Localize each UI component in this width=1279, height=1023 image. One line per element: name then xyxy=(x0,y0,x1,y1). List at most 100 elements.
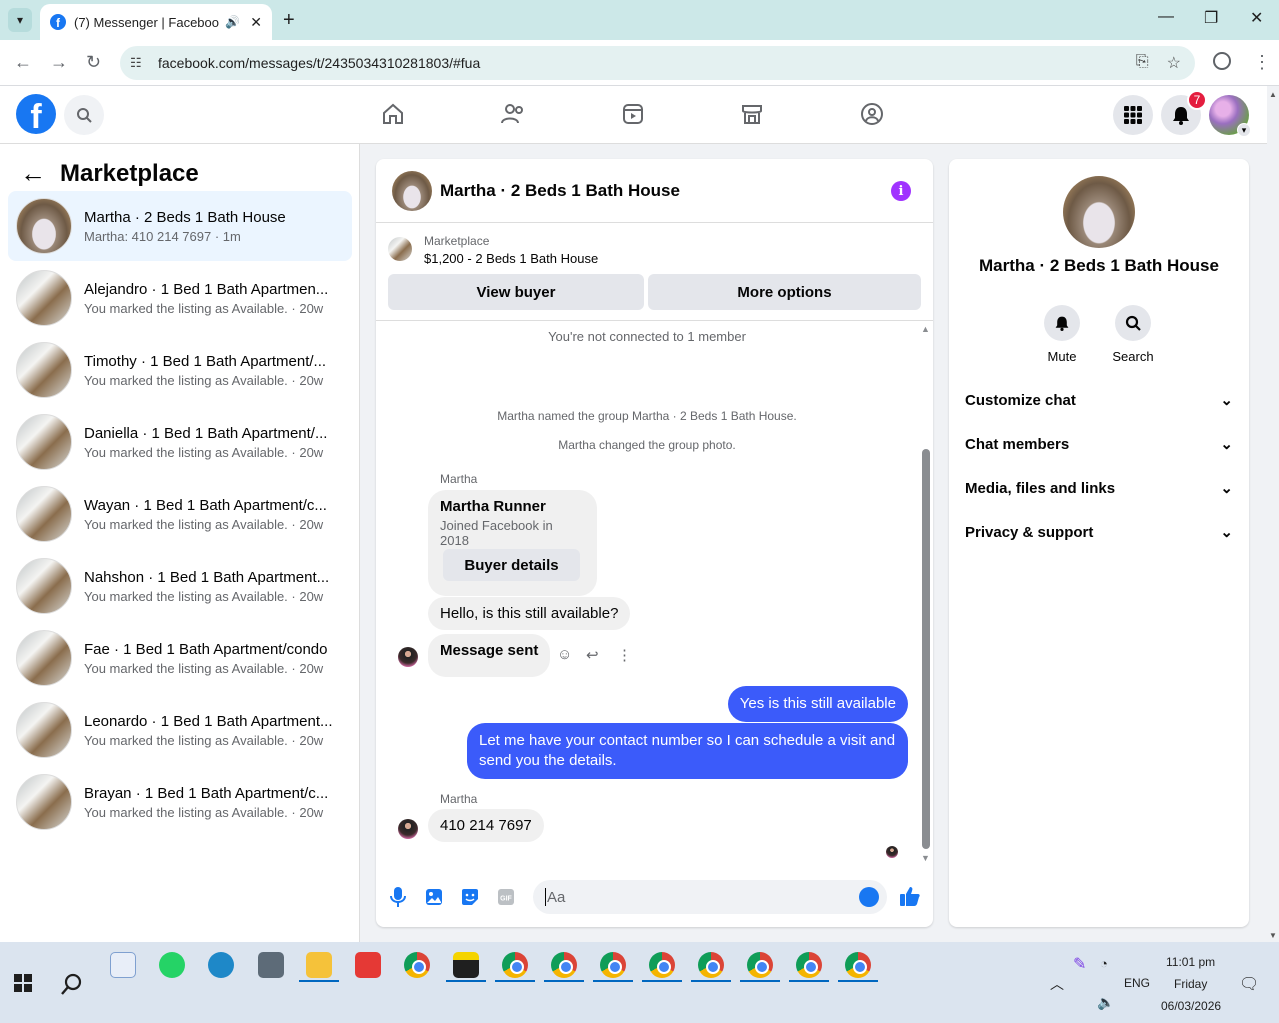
view-buyer-button[interactable]: View buyer xyxy=(388,274,644,310)
conversation-item[interactable]: Brayan · 1 Bed 1 Bath Apartment/c... You … xyxy=(8,767,352,837)
chrome-profile-icon[interactable] xyxy=(649,952,675,978)
chrome-profile-icon[interactable] xyxy=(600,952,626,978)
page-scrollbar[interactable]: ▲ ▼ xyxy=(1267,86,1279,942)
remote-desktop-icon[interactable] xyxy=(208,952,234,978)
conversation-item[interactable]: Wayan · 1 Bed 1 Bath Apartment/c... You m… xyxy=(8,479,352,549)
more-options-button[interactable]: More options xyxy=(648,274,921,310)
show-hidden-icons-icon[interactable]: ︿ xyxy=(1050,974,1064,994)
conversation-item[interactable]: Nahshon · 1 Bed 1 Bath Apartment... You m… xyxy=(8,551,352,621)
tab-search-chevron-icon[interactable]: ▾ xyxy=(8,8,32,32)
clock-time[interactable]: 11:01 pm xyxy=(1166,955,1215,969)
restore-icon[interactable]: ❐ xyxy=(1204,8,1218,28)
message-input[interactable]: Aa xyxy=(533,880,887,914)
marketplace-icon[interactable] xyxy=(738,100,766,128)
tab-close-icon[interactable]: ✕ xyxy=(250,14,262,31)
buyer-details-button[interactable]: Buyer details xyxy=(443,549,580,581)
scroll-up-icon[interactable]: ▲ xyxy=(1269,90,1277,99)
bookmark-star-icon[interactable]: ☆ xyxy=(1167,53,1181,73)
outgoing-message[interactable]: Let me have your contact number so I can… xyxy=(467,723,908,779)
chrome-profile-icon[interactable] xyxy=(551,952,577,978)
photo-icon[interactable] xyxy=(423,886,445,908)
scroll-up-icon[interactable]: ▲ xyxy=(921,324,930,334)
back-arrow-icon[interactable]: ← xyxy=(14,52,32,73)
install-app-icon[interactable]: ⎘ xyxy=(1136,53,1149,73)
message-scrollbar[interactable]: ▲ ▼ xyxy=(918,321,933,866)
outgoing-message[interactable]: Yes is this still available xyxy=(727,686,908,722)
chat-avatar[interactable] xyxy=(392,170,432,211)
chrome-profile-icon[interactable] xyxy=(698,952,724,978)
customize-chat-section[interactable]: Customize chat ⌄ xyxy=(965,391,1233,410)
site-settings-icon[interactable]: ☷ xyxy=(130,55,146,71)
media-files-section[interactable]: Media, files and links ⌄ xyxy=(965,479,1233,498)
gaming-icon[interactable] xyxy=(858,100,886,128)
incoming-message[interactable]: 410 214 7697 xyxy=(428,809,544,842)
chat-members-section[interactable]: Chat members ⌄ xyxy=(965,435,1233,454)
sticky-notes-icon[interactable] xyxy=(453,952,479,978)
scroll-thumb[interactable] xyxy=(922,449,930,849)
more-actions-icon[interactable]: ⋮ xyxy=(617,646,632,664)
clock-day[interactable]: Friday xyxy=(1174,977,1207,991)
home-icon[interactable] xyxy=(379,100,407,128)
mute-button[interactable]: Mute xyxy=(1032,305,1092,364)
facebook-search-button[interactable] xyxy=(64,95,104,135)
chrome-icon[interactable] xyxy=(404,952,430,978)
incoming-message[interactable]: Message sent xyxy=(428,634,551,677)
thumbs-up-icon[interactable] xyxy=(899,885,921,907)
volume-icon[interactable]: 🔈 xyxy=(1097,994,1114,1011)
scroll-down-icon[interactable]: ▼ xyxy=(921,853,930,863)
conversation-item[interactable]: Daniella · 1 Bed 1 Bath Apartment/... You… xyxy=(8,407,352,477)
video-icon[interactable] xyxy=(619,100,647,128)
search-conversation-button[interactable]: Search xyxy=(1103,305,1163,364)
new-tab-icon[interactable]: + xyxy=(283,9,295,32)
speaker-icon[interactable]: 🔊 xyxy=(225,15,240,29)
conversation-item[interactable]: Alejandro · 1 Bed 1 Bath Apartmen... You … xyxy=(8,263,352,333)
menu-grid-button[interactable] xyxy=(1113,95,1153,135)
info-icon[interactable]: i xyxy=(891,181,911,201)
conversation-item[interactable]: Fae · 1 Bed 1 Bath Apartment/condo You ma… xyxy=(8,623,352,693)
taskbar-search-icon[interactable] xyxy=(60,972,84,1001)
conversation-item[interactable]: Martha · 2 Beds 1 Bath House Martha: 410 … xyxy=(8,191,352,261)
browser-tab-messenger[interactable]: f (7) Messenger | Facebook 🔊 ✕ xyxy=(40,4,272,40)
browser-menu-icon[interactable]: ⋮ xyxy=(1253,52,1271,73)
emoji-icon[interactable] xyxy=(859,887,879,907)
microphone-icon[interactable] xyxy=(387,886,409,908)
chat-title[interactable]: Martha · 2 Beds 1 Bath House xyxy=(440,181,680,201)
react-emoji-icon[interactable]: ☺ xyxy=(557,646,572,663)
clock-date[interactable]: 06/03/2026 xyxy=(1161,999,1221,1013)
chrome-profile-icon[interactable] xyxy=(747,952,773,978)
anydesk-icon[interactable] xyxy=(355,952,381,978)
browser-profile-icon[interactable] xyxy=(1213,52,1231,70)
url-input[interactable]: ☷ facebook.com/messages/t/24350343102818… xyxy=(120,46,1195,80)
listing-thumbnail[interactable] xyxy=(388,237,412,261)
scroll-down-icon[interactable]: ▼ xyxy=(1269,931,1277,940)
calculator-icon[interactable] xyxy=(258,952,284,978)
window-close-icon[interactable]: ✕ xyxy=(1250,8,1263,28)
minimize-icon[interactable]: — xyxy=(1158,8,1174,26)
notification-center-icon[interactable]: 🗨 xyxy=(1239,974,1259,994)
chrome-profile-icon[interactable] xyxy=(502,952,528,978)
windows-start-icon[interactable] xyxy=(14,974,32,997)
profile-avatar[interactable]: ▾ xyxy=(1209,95,1251,137)
listing-price-title[interactable]: $1,200 - 2 Beds 1 Bath House xyxy=(424,251,598,266)
sticker-icon[interactable] xyxy=(459,886,481,908)
reload-icon[interactable]: ↻ xyxy=(86,52,101,73)
facebook-logo-icon[interactable]: f xyxy=(16,94,56,134)
pen-icon[interactable]: ✎ xyxy=(1073,954,1086,974)
incoming-message[interactable]: Hello, is this still available? xyxy=(428,597,631,630)
gif-icon[interactable]: GIF xyxy=(495,886,517,908)
group-photo[interactable] xyxy=(1063,176,1135,248)
conversation-item[interactable]: Timothy · 1 Bed 1 Bath Apartment/... You … xyxy=(8,335,352,405)
wifi-icon[interactable]: ◔ xyxy=(1100,956,1108,971)
forward-arrow-icon[interactable]: → xyxy=(50,52,68,73)
file-explorer-icon[interactable] xyxy=(306,952,332,978)
friends-icon[interactable] xyxy=(499,100,527,128)
whatsapp-icon[interactable] xyxy=(159,952,185,978)
control-panel-icon[interactable] xyxy=(110,952,136,978)
conversation-item[interactable]: Leonardo · 1 Bed 1 Bath Apartment... You … xyxy=(8,695,352,765)
back-arrow-icon[interactable]: ← xyxy=(20,158,46,189)
reply-icon[interactable]: ↩ xyxy=(586,646,599,664)
language-indicator[interactable]: ENG xyxy=(1124,976,1150,990)
privacy-support-section[interactable]: Privacy & support ⌄ xyxy=(965,523,1233,542)
chrome-profile-icon[interactable] xyxy=(845,952,871,978)
chrome-profile-icon[interactable] xyxy=(796,952,822,978)
